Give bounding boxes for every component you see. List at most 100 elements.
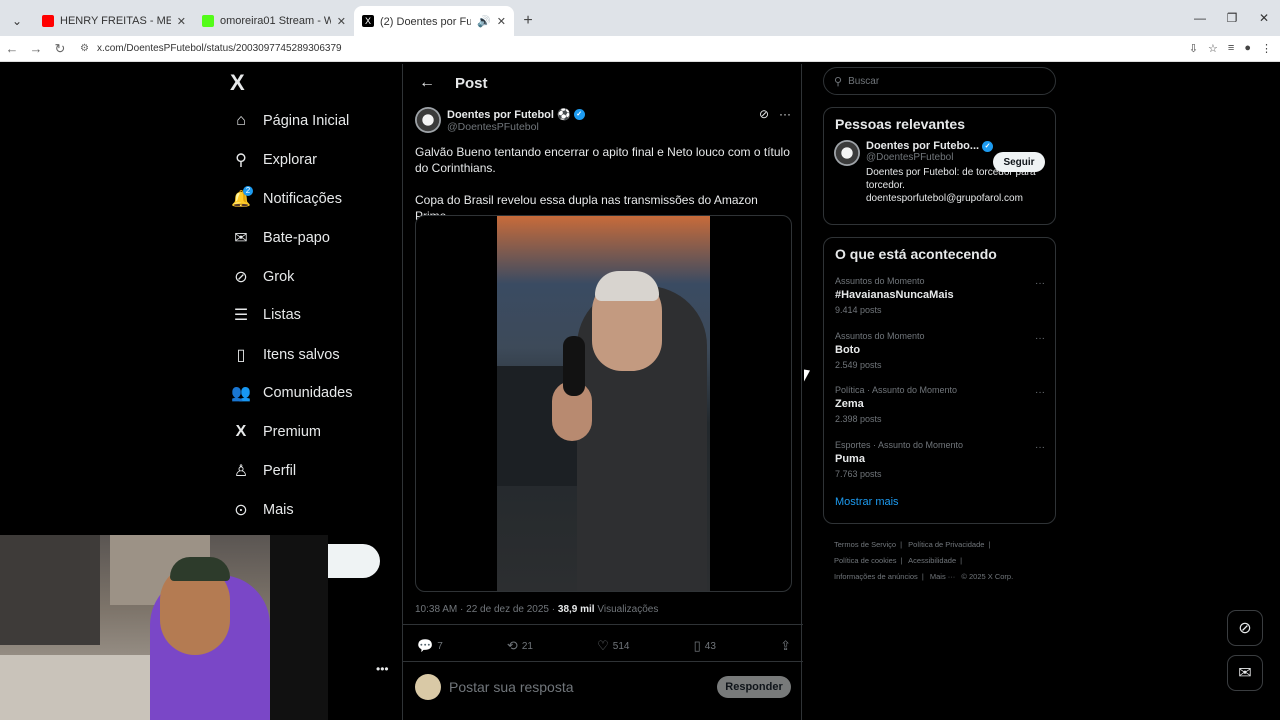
repost-action[interactable]: ⟲ 21 — [507, 638, 533, 654]
back-arrow-icon[interactable]: ← — [419, 74, 435, 92]
trend-more-icon[interactable]: ··· — [1035, 387, 1045, 398]
trend-count: 2.398 posts — [835, 414, 882, 425]
close-tab-icon[interactable]: ✕ — [337, 15, 346, 28]
nav-premium[interactable]: X Premium — [230, 419, 321, 445]
nav-notifications[interactable]: 🔔 2 Notificações — [230, 186, 342, 212]
footer-link[interactable]: Termos de Serviço — [834, 540, 896, 549]
bookmark-icon: ▯ — [693, 638, 701, 653]
trending-title: O que está acontecendo — [835, 246, 997, 262]
speaker-icon[interactable]: 🔊 — [477, 15, 491, 28]
browser-tab-3[interactable]: X (2) Doentes por Futebol ⚽ 🔊 ✕ — [354, 6, 514, 36]
show-more-link[interactable]: Mostrar mais — [824, 488, 1055, 516]
nav-home[interactable]: ⌂ Página Inicial — [230, 108, 349, 134]
trend-item[interactable]: Esportes · Assunto do Momento Puma 7.763… — [824, 434, 1055, 489]
back-nav-icon[interactable]: ← — [0, 41, 24, 56]
user-avatar[interactable] — [415, 674, 441, 700]
webcam-dark-edge — [270, 535, 328, 720]
author-avatar[interactable] — [415, 107, 441, 133]
close-window-icon[interactable]: ✕ — [1248, 11, 1280, 25]
heart-icon: ♡ — [597, 638, 609, 653]
trend-item[interactable]: Política · Assunto do Momento Zema 2.398… — [824, 379, 1055, 434]
nav-label: Listas — [263, 307, 301, 323]
more-options-icon[interactable]: ··· — [779, 107, 791, 121]
author-handle[interactable]: @DoentesPFutebol — [447, 121, 585, 133]
trend-item[interactable]: Assuntos do Momento Boto 2.549 posts ··· — [824, 325, 1055, 380]
messages-floating-button[interactable]: ✉ — [1227, 655, 1263, 691]
like-action[interactable]: ♡ 514 — [597, 638, 629, 654]
relevant-people-title: Pessoas relevantes — [835, 116, 965, 132]
trend-name: #HavaianasNuncaMais — [835, 289, 954, 301]
more-icon: ⊙ — [234, 502, 248, 519]
url-field[interactable]: ⚙ x.com/DoentesPFutebol/status/200309774… — [80, 43, 1189, 54]
post-time[interactable]: 10:38 AM · 22 de dez de 2025 · — [415, 604, 558, 615]
post-author[interactable]: Doentes por Futebol ⚽ ✓ @DoentesPFutebol — [415, 107, 585, 133]
repost-count: 21 — [521, 640, 533, 652]
webcam-overlay — [0, 535, 328, 720]
minimize-icon[interactable]: — — [1184, 11, 1216, 25]
video-frame[interactable] — [497, 216, 710, 591]
tab-search-icon[interactable]: ⌄ — [0, 6, 34, 36]
reply-input[interactable]: Postar sua resposta — [449, 679, 717, 695]
trend-item[interactable]: Assuntos do Momento #HavaianasNuncaMais … — [824, 270, 1055, 325]
relevant-person[interactable]: Doentes por Futebo... ✓ @DoentesPFutebol … — [824, 140, 1055, 205]
nav-label: Página Inicial — [263, 113, 350, 129]
media-icon[interactable]: ≡ — [1228, 42, 1234, 55]
nav-grok[interactable]: ⊘ Grok — [230, 264, 294, 290]
new-tab-button[interactable]: + — [514, 6, 542, 36]
trend-count: 9.414 posts — [835, 305, 882, 315]
share-action[interactable]: ⇪ — [780, 638, 791, 654]
nav-messages[interactable]: ✉ Bate-papo — [230, 225, 330, 251]
nav-lists[interactable]: ☰ Listas — [230, 302, 301, 328]
account-more-icon[interactable]: ••• — [376, 662, 389, 676]
relevant-person-avatar[interactable] — [834, 140, 860, 166]
menu-icon[interactable]: ⋮ — [1261, 42, 1272, 55]
browser-tab-1[interactable]: HENRY FREITAS - ME POSTOU ✕ — [34, 6, 194, 36]
bookmark-count: 43 — [704, 640, 716, 652]
nav-bookmarks[interactable]: ▯ Itens salvos — [230, 342, 340, 368]
footer-link[interactable]: Política de cookies — [834, 556, 897, 565]
forward-nav-icon[interactable]: → — [24, 41, 48, 56]
verified-icon: ✓ — [982, 140, 994, 152]
relevant-person-name[interactable]: Doentes por Futebo... — [866, 140, 979, 152]
nav-label: Explorar — [263, 152, 317, 168]
footer-link[interactable]: Acessibilidade — [908, 556, 956, 565]
browser-tab-2[interactable]: omoreira01 Stream - Watch Li ✕ — [194, 6, 354, 36]
trend-more-icon[interactable]: ··· — [1035, 333, 1045, 344]
grok-icon[interactable]: ⊘ — [759, 107, 769, 121]
search-input[interactable]: ⚲ Buscar — [823, 67, 1056, 95]
nav-explore[interactable]: ⚲ Explorar — [230, 147, 317, 173]
nav-profile[interactable]: ♙ Perfil — [230, 458, 296, 484]
reply-button[interactable]: Responder — [717, 676, 791, 698]
x-logo[interactable]: X — [230, 70, 245, 96]
grok-floating-button[interactable]: ⊘ — [1227, 610, 1263, 646]
footer-link[interactable]: Informações de anúncios — [834, 572, 918, 581]
nav-communities[interactable]: 👥 Comunidades — [230, 380, 352, 406]
post-button[interactable] — [328, 544, 380, 578]
star-icon[interactable]: ☆ — [1208, 42, 1218, 55]
trend-more-icon[interactable]: ··· — [1035, 278, 1045, 289]
post-actions: 💬 7 ⟲ 21 ♡ 514 ▯ 43 ⇪ — [417, 638, 791, 654]
footer-separator: | — [921, 572, 924, 581]
footer-links: Termos de Serviço | Política de Privacida… — [834, 537, 1054, 585]
bookmark-action[interactable]: ▯ 43 — [694, 638, 716, 654]
site-info-icon[interactable]: ⚙ — [80, 43, 89, 54]
post-video[interactable] — [415, 215, 792, 592]
trend-name: Zema — [835, 398, 864, 411]
communities-icon: 👥 — [231, 385, 251, 402]
close-tab-icon[interactable]: ✕ — [177, 15, 186, 28]
reload-icon[interactable]: ↻ — [48, 41, 72, 57]
profile-avatar-icon[interactable]: ● — [1244, 42, 1251, 55]
trend-more-icon[interactable]: ··· — [1035, 442, 1045, 453]
footer-separator: | — [900, 556, 903, 565]
nav-more[interactable]: ⊙ Mais — [230, 497, 293, 523]
close-tab-icon[interactable]: ✕ — [497, 15, 506, 28]
author-name[interactable]: Doentes por Futebol ⚽ — [447, 108, 571, 121]
nav-label: Notificações — [263, 191, 342, 207]
nav-label: Itens salvos — [263, 347, 340, 363]
install-icon[interactable]: ⇩ — [1189, 42, 1198, 55]
footer-link[interactable]: Mais ··· — [930, 572, 955, 581]
reply-action[interactable]: 💬 7 — [417, 638, 443, 654]
follow-button[interactable]: Seguir — [993, 152, 1045, 172]
footer-link[interactable]: Política de Privacidade — [908, 540, 984, 549]
restore-icon[interactable]: ❐ — [1216, 11, 1248, 25]
